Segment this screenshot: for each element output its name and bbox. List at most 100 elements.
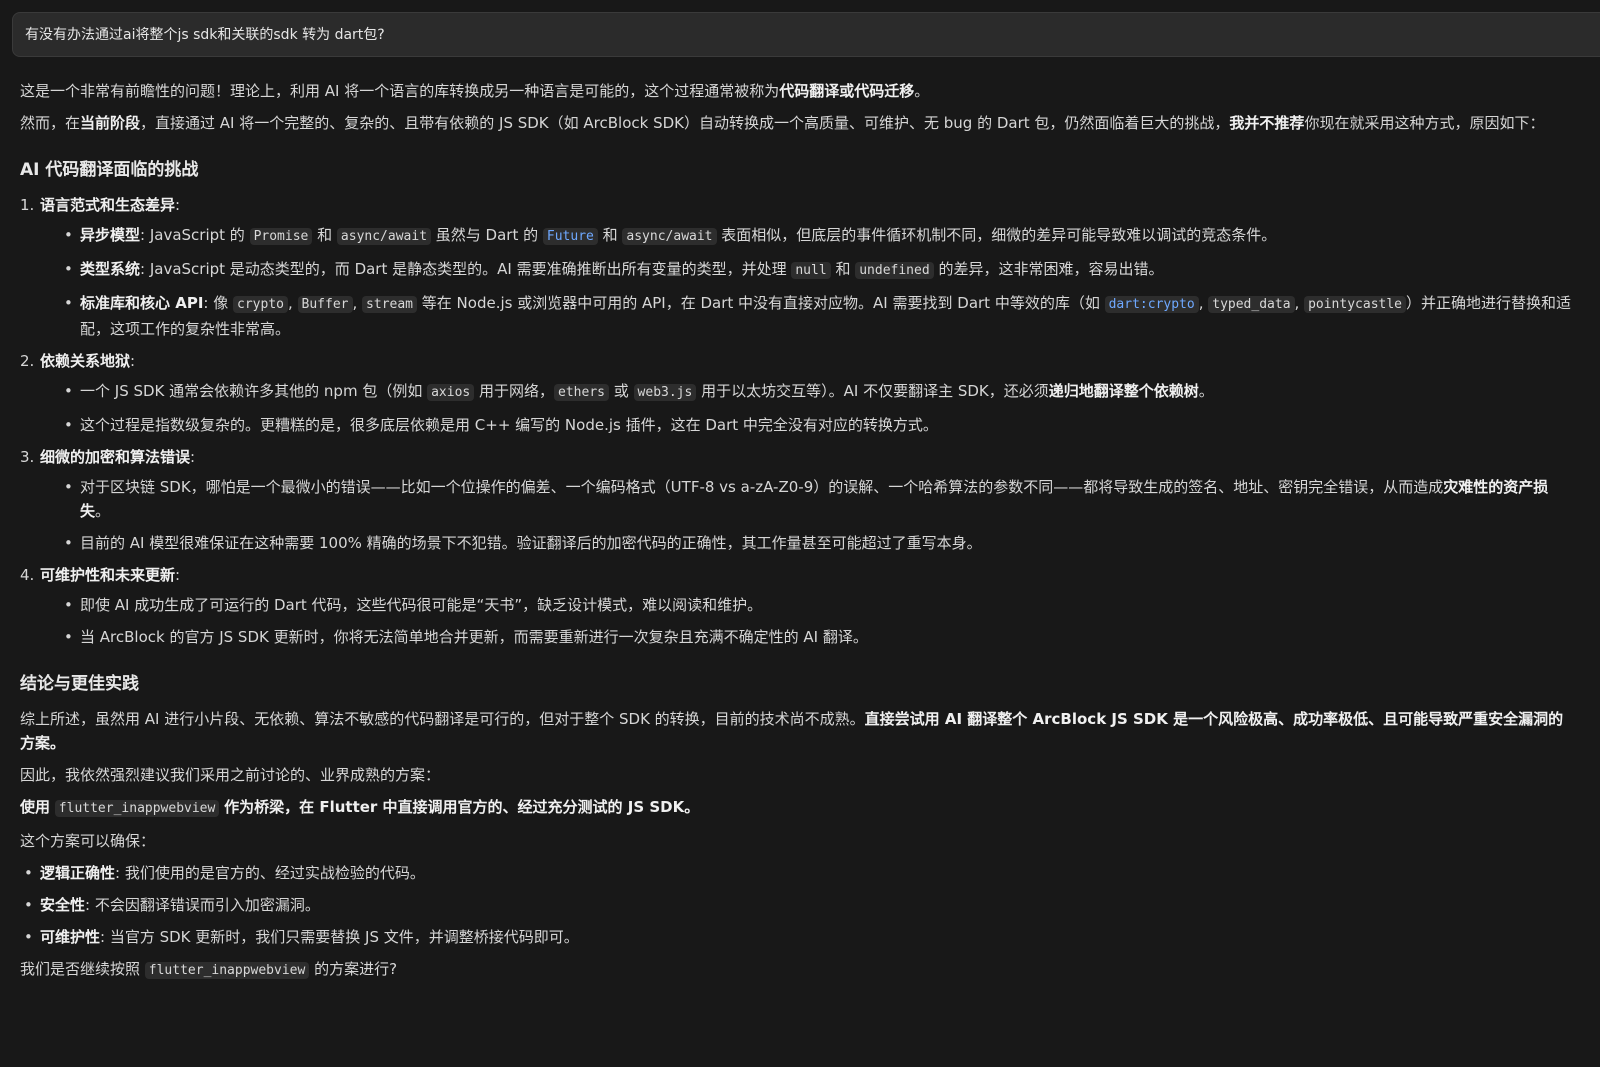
conclusion-paragraph-1: 综上所述，虽然用 AI 进行小片段、无依赖、算法不敏感的代码翻译是可行的，但对于… — [20, 707, 1572, 755]
inline-code: undefined — [855, 262, 934, 279]
bullet-text: 目前的 AI 模型很难保证在这种需要 100% 精确的场景下不犯错。验证翻译后的… — [80, 534, 982, 552]
list-item: 安全性: 不会因翻译错误而引入加密漏洞。 — [20, 893, 1572, 917]
bullet-label: 类型系统 — [80, 260, 141, 278]
bullet-label: 异步模型 — [80, 226, 141, 244]
bullet-text: 用于以太坊交互等）。AI 不仅要翻译主 SDK，还必须 — [696, 382, 1049, 400]
inline-code: Buffer — [297, 296, 353, 313]
bullet-text: 或 — [609, 382, 634, 400]
inline-code: null — [791, 262, 831, 279]
intro-p1-end: 。 — [914, 82, 930, 100]
bullet-list-2: 一个 JS SDK 通常会依赖许多其他的 npm 包（例如 axios 用于网络… — [20, 379, 1572, 437]
bullet-text: 和 — [597, 226, 623, 244]
bullet-label: 标准库和核心 API — [80, 294, 204, 312]
bullet-text: 。 — [1198, 382, 1214, 400]
bullet-label: 安全性 — [40, 896, 86, 914]
intro-p2-c: ，直接通过 AI 将一个完整的、复杂的、且带有依赖的 JS SDK（如 ArcB… — [140, 114, 1230, 132]
conclusion-paragraph-4: 这个方案可以确保： — [20, 832, 156, 850]
numbered-item-3: 3. 细微的加密和算法错误: — [20, 445, 1572, 469]
item-number: 3. — [20, 448, 35, 466]
bullet-text: 即使 AI 成功生成了可运行的 Dart 代码，这些代码很可能是“天书”，缺乏设… — [80, 596, 763, 614]
bullet-text: : 我们使用的是官方的、经过实战检验的代码。 — [115, 864, 425, 882]
item-title: 细微的加密和算法错误 — [40, 448, 191, 466]
inline-code: ethers — [554, 384, 609, 401]
section-heading-conclusion: 结论与更佳实践 — [20, 674, 139, 694]
item-number: 1. — [20, 196, 35, 214]
bullet-text: : 像 — [203, 294, 234, 312]
bullet-text: : 当官方 SDK 更新时，我们只需要替换 JS 文件，并调整桥接代码即可。 — [100, 928, 579, 946]
list-item: 异步模型: JavaScript 的 Promise 和 async/await… — [20, 223, 1572, 249]
item-title: 语言范式和生态差异 — [40, 196, 176, 214]
intro-p1-text: 这是一个非常有前瞻性的问题！理论上，利用 AI 将一个语言的库转换成另一种语言是… — [20, 82, 780, 100]
bullet-text: 等在 Node.js 或浏览器中可用的 API，在 Dart 中没有直接对应物。… — [417, 294, 1105, 312]
inline-code: pointycastle — [1304, 296, 1406, 313]
bullet-text: : 不会因翻译错误而引入加密漏洞。 — [85, 896, 320, 914]
bullet-text: 的差异，这非常困难，容易出错。 — [933, 260, 1164, 278]
numbered-item-4: 4. 可维护性和未来更新: — [20, 563, 1572, 587]
inline-code: flutter_inappwebview — [144, 962, 310, 979]
bullet-label: 可维护性 — [40, 928, 101, 946]
assistant-response: 这是一个非常有前瞻性的问题！理论上，利用 AI 将一个语言的库转换成另一种语言是… — [20, 79, 1572, 991]
inline-code: typed_data — [1208, 296, 1295, 313]
bullet-text: 当 ArcBlock 的官方 JS SDK 更新时，你将无法简单地合并更新，而需… — [80, 628, 868, 646]
list-item: 逻辑正确性: 我们使用的是官方的、经过实战检验的代码。 — [20, 861, 1572, 885]
bullet-text: 表面相似，但底层的事件循环机制不同，细微的差异可能导致难以调试的竞态条件。 — [716, 226, 1277, 244]
intro-paragraph-2: 然而，在当前阶段，直接通过 AI 将一个完整的、复杂的、且带有依赖的 JS SD… — [20, 111, 1572, 135]
bullet-bold: 递归地翻译整个依赖树 — [1048, 382, 1199, 400]
recommendation: 使用 flutter_inappwebview 作为桥梁，在 Flutter 中… — [20, 795, 1572, 821]
inline-code: stream — [362, 296, 418, 313]
bullet-list-1: 异步模型: JavaScript 的 Promise 和 async/await… — [20, 223, 1572, 341]
bullet-text: 。 — [95, 502, 111, 520]
item-number: 4. — [20, 566, 35, 584]
inline-code: Promise — [249, 228, 313, 245]
bullet-label: 逻辑正确性 — [40, 864, 116, 882]
list-item: 即使 AI 成功生成了可运行的 Dart 代码，这些代码很可能是“天书”，缺乏设… — [20, 593, 1572, 617]
final-text: 我们是否继续按照 — [20, 960, 145, 978]
intro-p2-d: 你现在就采用这种方式，原因如下： — [1304, 114, 1545, 132]
bullet-text: 一个 JS SDK 通常会依赖许多其他的 npm 包（例如 — [80, 382, 428, 400]
list-item: 这个过程是指数级复杂的。更糟糕的是，很多底层依赖是用 C++ 编写的 Node.… — [20, 413, 1572, 437]
inline-code: crypto — [233, 296, 288, 313]
inline-code-link[interactable]: Future — [542, 228, 598, 245]
item-title: 依赖关系地狱 — [40, 352, 131, 370]
separator: , — [1294, 294, 1305, 312]
item-title: 可维护性和未来更新 — [40, 566, 176, 584]
list-item: 对于区块链 SDK，哪怕是一个最微小的错误——比如一个位操作的偏差、一个编码格式… — [20, 475, 1572, 523]
section-heading-challenges: AI 代码翻译面临的挑战 — [20, 160, 199, 180]
bullet-text: 对于区块链 SDK，哪怕是一个最微小的错误——比如一个位操作的偏差、一个编码格式… — [80, 478, 1444, 496]
inline-code: axios — [427, 384, 475, 401]
bullet-text: : JavaScript 的 — [140, 226, 250, 244]
list-item: 类型系统: JavaScript 是动态类型的，而 Dart 是静态类型的。AI… — [20, 257, 1572, 283]
bullet-text: 和 — [830, 260, 856, 278]
item-number: 2. — [20, 352, 35, 370]
inline-code: flutter_inappwebview — [54, 800, 220, 817]
bullet-list-3: 对于区块链 SDK，哪怕是一个最微小的错误——比如一个位操作的偏差、一个编码格式… — [20, 475, 1572, 555]
recommendation-bold-1: 使用 — [20, 798, 51, 816]
numbered-item-2: 2. 依赖关系地狱: — [20, 349, 1572, 373]
inline-code-link[interactable]: dart:crypto — [1104, 296, 1199, 313]
bullet-list-4: 即使 AI 成功生成了可运行的 Dart 代码，这些代码很可能是“天书”，缺乏设… — [20, 593, 1572, 649]
benefit-list: 逻辑正确性: 我们使用的是官方的、经过实战检验的代码。 安全性: 不会因翻译错误… — [20, 861, 1572, 949]
bullet-text: 用于网络， — [474, 382, 555, 400]
numbered-item-1: 1. 语言范式和生态差异: — [20, 193, 1572, 217]
final-text: 的方案进行? — [309, 960, 398, 978]
intro-p1-bold: 代码翻译或代码迁移 — [779, 82, 915, 100]
inline-code: async/await — [336, 228, 432, 245]
recommendation-bold-2: 作为桥梁，在 Flutter 中直接调用官方的、经过充分测试的 JS SDK。 — [224, 798, 700, 816]
list-item: 当 ArcBlock 的官方 JS SDK 更新时，你将无法简单地合并更新，而需… — [20, 625, 1572, 649]
inline-code: web3.js — [633, 384, 697, 401]
intro-p2-bold-1: 当前阶段 — [80, 114, 141, 132]
conclusion-text: 综上所述，虽然用 AI 进行小片段、无依赖、算法不敏感的代码翻译是可行的，但对于… — [20, 710, 865, 728]
final-question: 我们是否继续按照 flutter_inappwebview 的方案进行? — [20, 957, 1572, 983]
list-item: 可维护性: 当官方 SDK 更新时，我们只需要替换 JS 文件，并调整桥接代码即… — [20, 925, 1572, 949]
intro-p2-bold-2: 我并不推荐 — [1229, 114, 1305, 132]
conclusion-paragraph-2: 因此，我依然强烈建议我们采用之前讨论的、业界成熟的方案： — [20, 766, 441, 784]
separator: , — [1198, 294, 1209, 312]
list-item: 一个 JS SDK 通常会依赖许多其他的 npm 包（例如 axios 用于网络… — [20, 379, 1572, 405]
user-message[interactable]: 有没有办法通过ai将整个js sdk和关联的sdk 转为 dart包? — [12, 12, 1600, 57]
chat-view: 有没有办法通过ai将整个js sdk和关联的sdk 转为 dart包? 这是一个… — [0, 0, 1600, 1067]
intro-paragraph-1: 这是一个非常有前瞻性的问题！理论上，利用 AI 将一个语言的库转换成另一种语言是… — [20, 79, 1572, 103]
separator: , — [352, 294, 363, 312]
separator: , — [287, 294, 298, 312]
intro-p2-a: 然而，在 — [20, 114, 81, 132]
bullet-text: 和 — [312, 226, 337, 244]
